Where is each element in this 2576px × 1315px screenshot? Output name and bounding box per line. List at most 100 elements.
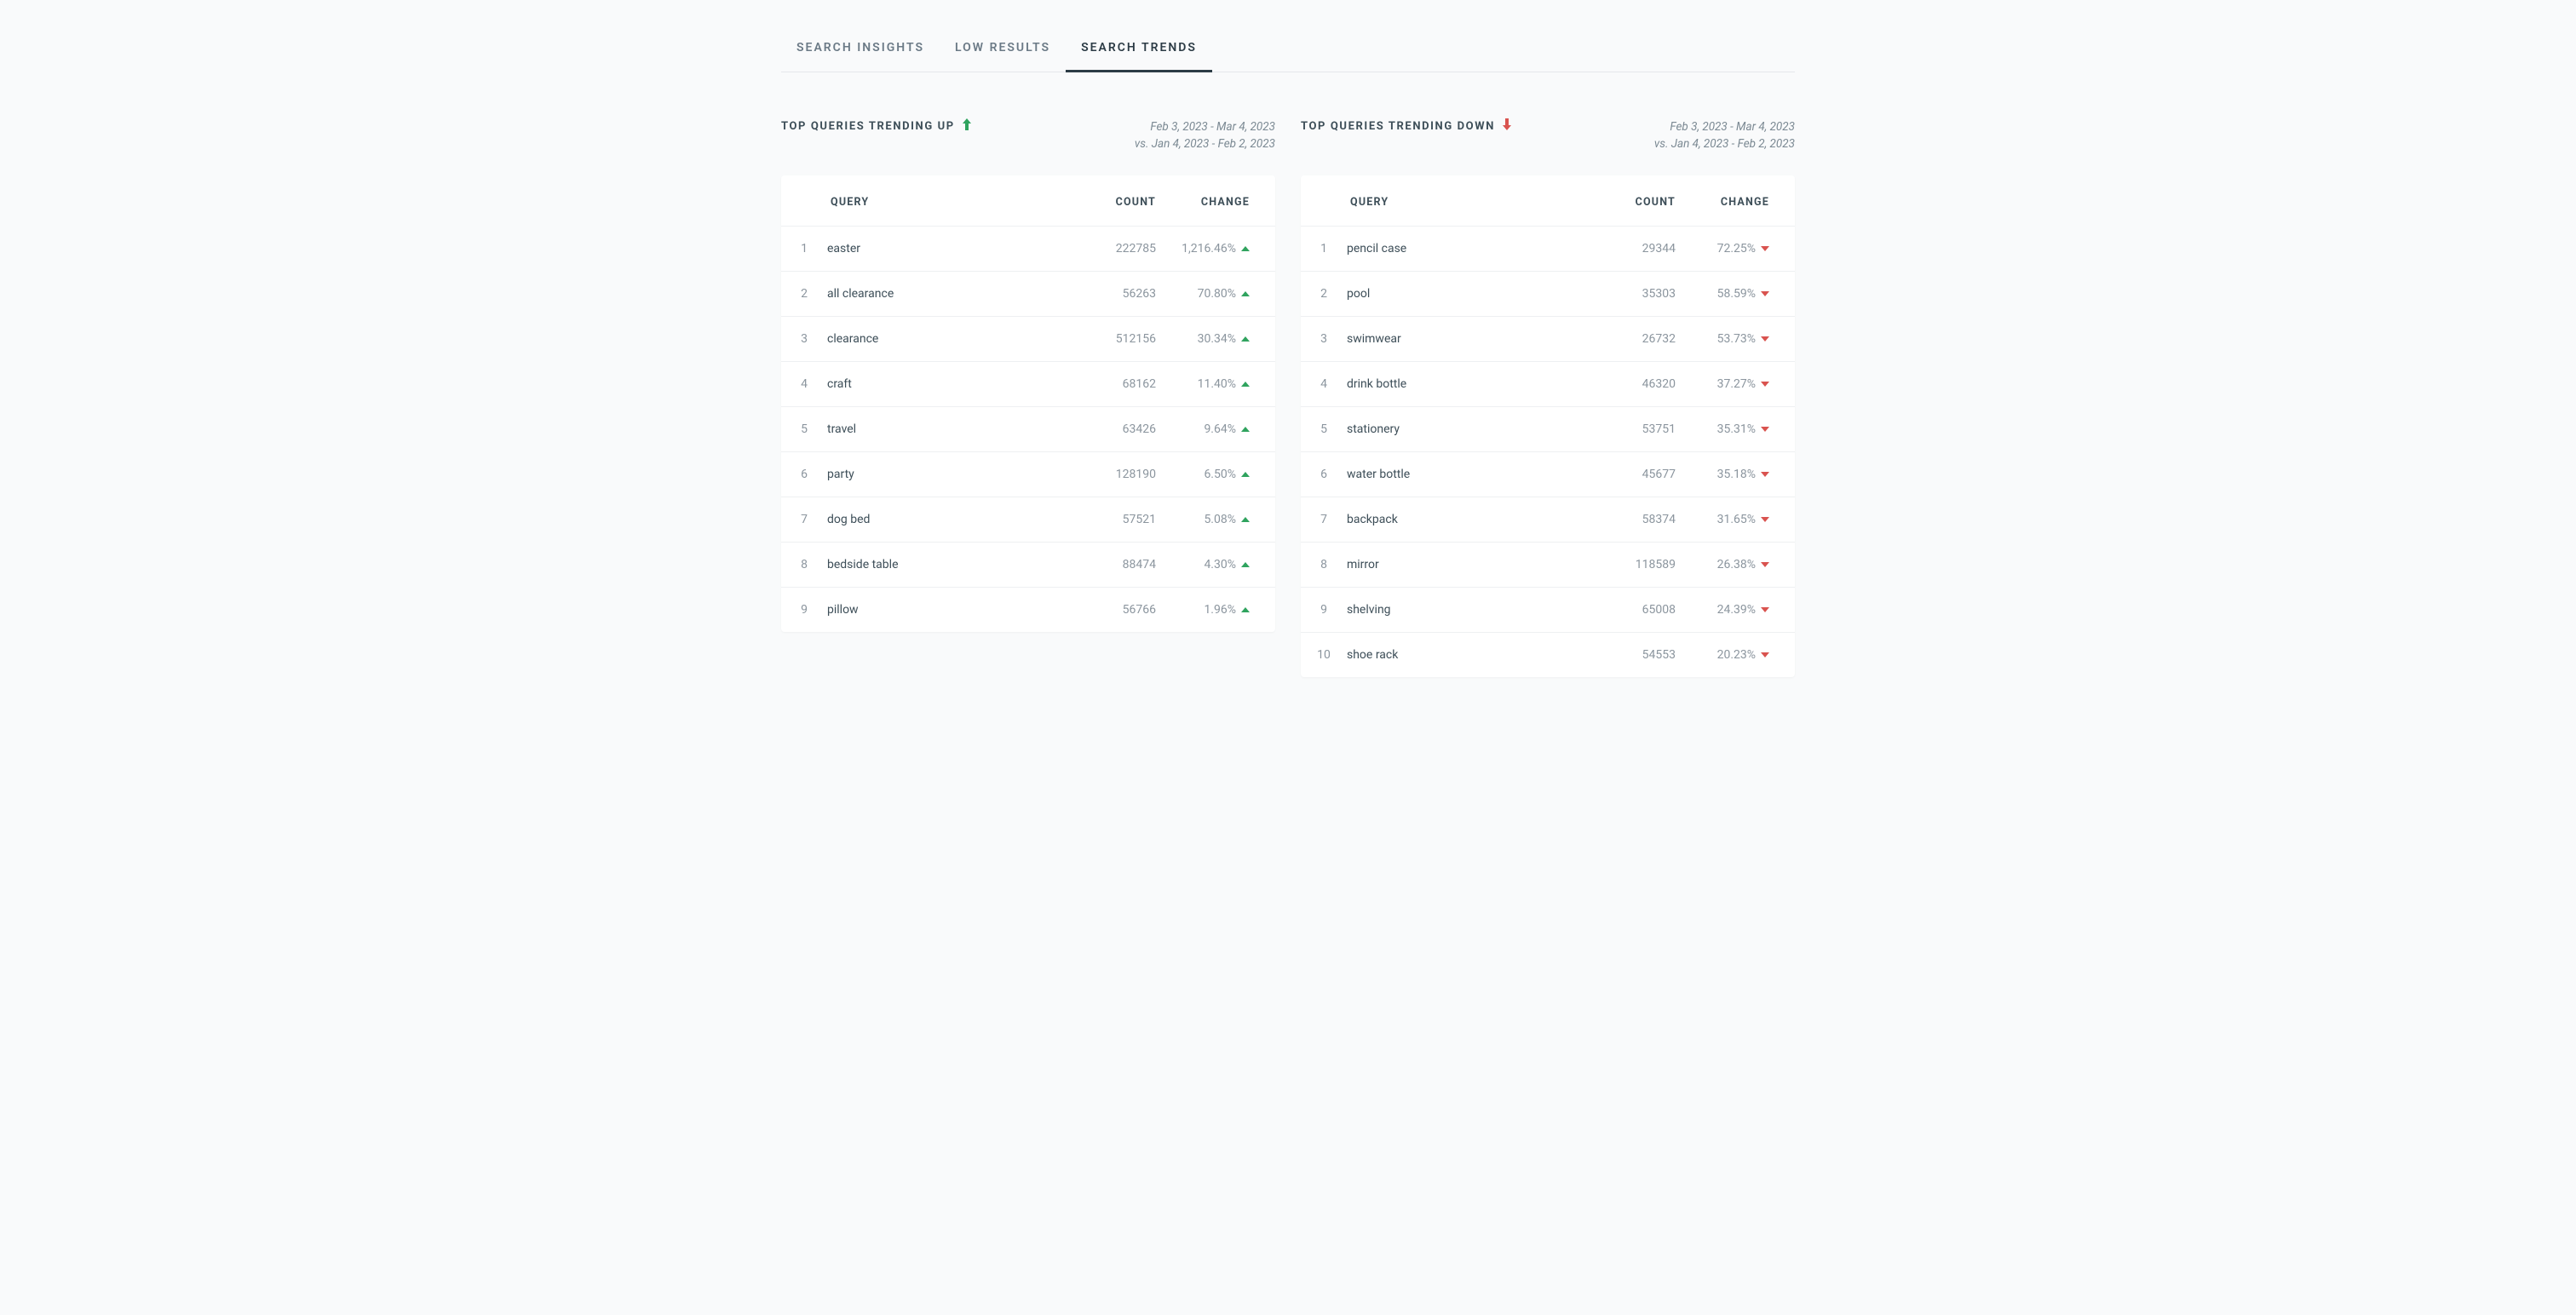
table-row[interactable]: 6water bottle4567735.18% — [1301, 451, 1795, 497]
row-query: pool — [1347, 271, 1590, 316]
row-query: easter — [827, 226, 1071, 271]
row-count: 46320 — [1590, 361, 1676, 406]
col-count: COUNT — [1590, 175, 1676, 227]
row-change: 72.25% — [1676, 226, 1795, 271]
row-index: 4 — [1301, 361, 1347, 406]
caret-down-icon — [1761, 517, 1769, 522]
row-index: 7 — [781, 497, 827, 542]
table-row[interactable]: 7dog bed575215.08% — [781, 497, 1275, 542]
trending-down-title-text: TOP QUERIES TRENDING DOWN — [1301, 120, 1495, 133]
table-row[interactable]: 2pool3530358.59% — [1301, 271, 1795, 316]
row-change: 11.40% — [1156, 361, 1275, 406]
row-count: 35303 — [1590, 271, 1676, 316]
caret-up-icon — [1241, 382, 1250, 387]
row-count: 54553 — [1590, 632, 1676, 677]
table-row[interactable]: 7backpack5837431.65% — [1301, 497, 1795, 542]
row-count: 45677 — [1590, 451, 1676, 497]
row-count: 26732 — [1590, 316, 1676, 361]
date-range-line1: Feb 3, 2023 - Mar 4, 2023 — [1654, 118, 1795, 135]
table-row[interactable]: 2all clearance5626370.80% — [781, 271, 1275, 316]
table-row[interactable]: 8mirror11858926.38% — [1301, 542, 1795, 587]
row-query: clearance — [827, 316, 1071, 361]
table-row[interactable]: 1pencil case2934472.25% — [1301, 226, 1795, 271]
tab-low-results[interactable]: LOW RESULTS — [940, 41, 1066, 72]
row-index: 9 — [1301, 587, 1347, 632]
row-count: 57521 — [1071, 497, 1156, 542]
trending-up-card: QUERY COUNT CHANGE 1easter2227851,216.46… — [781, 175, 1275, 632]
row-query: travel — [827, 406, 1071, 451]
row-index: 5 — [1301, 406, 1347, 451]
row-count: 128190 — [1071, 451, 1156, 497]
row-query: all clearance — [827, 271, 1071, 316]
row-change: 35.18% — [1676, 451, 1795, 497]
col-query: QUERY — [827, 175, 1071, 227]
table-row[interactable]: 3swimwear2673253.73% — [1301, 316, 1795, 361]
row-change: 20.23% — [1676, 632, 1795, 677]
table-row[interactable]: 5stationery5375135.31% — [1301, 406, 1795, 451]
date-range-line2: vs. Jan 4, 2023 - Feb 2, 2023 — [1135, 135, 1275, 152]
row-index: 5 — [781, 406, 827, 451]
row-change: 6.50% — [1156, 451, 1275, 497]
table-row[interactable]: 5travel634269.64% — [781, 406, 1275, 451]
row-index: 2 — [781, 271, 827, 316]
table-row[interactable]: 4craft6816211.40% — [781, 361, 1275, 406]
row-query: drink bottle — [1347, 361, 1590, 406]
row-change: 70.80% — [1156, 271, 1275, 316]
col-change: CHANGE — [1676, 175, 1795, 227]
row-query: pencil case — [1347, 226, 1590, 271]
caret-down-icon — [1761, 472, 1769, 477]
caret-down-icon — [1761, 291, 1769, 296]
table-row[interactable]: 3clearance51215630.34% — [781, 316, 1275, 361]
tab-search-trends[interactable]: SEARCH TRENDS — [1066, 41, 1212, 72]
row-index: 2 — [1301, 271, 1347, 316]
table-row[interactable]: 10shoe rack5455320.23% — [1301, 632, 1795, 677]
table-row[interactable]: 6party1281906.50% — [781, 451, 1275, 497]
trending-up-title: TOP QUERIES TRENDING UP — [781, 118, 972, 134]
row-count: 58374 — [1590, 497, 1676, 542]
row-query: water bottle — [1347, 451, 1590, 497]
tab-search-insights[interactable]: SEARCH INSIGHTS — [781, 41, 940, 72]
row-count: 53751 — [1590, 406, 1676, 451]
caret-up-icon — [1241, 246, 1250, 251]
row-index: 7 — [1301, 497, 1347, 542]
row-query: swimwear — [1347, 316, 1590, 361]
tabs: SEARCH INSIGHTS LOW RESULTS SEARCH TREND… — [781, 41, 1795, 72]
row-index: 8 — [1301, 542, 1347, 587]
table-row[interactable]: 1easter2227851,216.46% — [781, 226, 1275, 271]
row-query: dog bed — [827, 497, 1071, 542]
caret-down-icon — [1761, 427, 1769, 432]
caret-down-icon — [1761, 246, 1769, 251]
row-query: shelving — [1347, 587, 1590, 632]
caret-down-icon — [1761, 652, 1769, 658]
row-query: pillow — [827, 587, 1071, 632]
row-index: 4 — [781, 361, 827, 406]
trending-up-title-text: TOP QUERIES TRENDING UP — [781, 120, 955, 133]
row-index: 10 — [1301, 632, 1347, 677]
row-index: 3 — [1301, 316, 1347, 361]
caret-up-icon — [1241, 472, 1250, 477]
caret-up-icon — [1241, 607, 1250, 612]
row-change: 30.34% — [1156, 316, 1275, 361]
table-row[interactable]: 8bedside table884744.30% — [781, 542, 1275, 587]
row-query: stationery — [1347, 406, 1590, 451]
caret-down-icon — [1761, 562, 1769, 567]
table-row[interactable]: 9pillow567661.96% — [781, 587, 1275, 632]
row-query: party — [827, 451, 1071, 497]
date-range: Feb 3, 2023 - Mar 4, 2023 vs. Jan 4, 202… — [1654, 118, 1795, 153]
row-count: 68162 — [1071, 361, 1156, 406]
row-change: 1,216.46% — [1156, 226, 1275, 271]
row-index: 3 — [781, 316, 827, 361]
row-count: 29344 — [1590, 226, 1676, 271]
table-row[interactable]: 4drink bottle4632037.27% — [1301, 361, 1795, 406]
caret-down-icon — [1761, 382, 1769, 387]
table-row[interactable]: 9shelving6500824.39% — [1301, 587, 1795, 632]
col-count: COUNT — [1071, 175, 1156, 227]
trending-down-panel: TOP QUERIES TRENDING DOWN Feb 3, 2023 - … — [1301, 118, 1795, 677]
trending-up-panel: TOP QUERIES TRENDING UP Feb 3, 2023 - Ma… — [781, 118, 1275, 677]
row-query: backpack — [1347, 497, 1590, 542]
row-index: 9 — [781, 587, 827, 632]
row-query: bedside table — [827, 542, 1071, 587]
row-count: 56263 — [1071, 271, 1156, 316]
trending-down-title: TOP QUERIES TRENDING DOWN — [1301, 118, 1512, 134]
date-range-line2: vs. Jan 4, 2023 - Feb 2, 2023 — [1654, 135, 1795, 152]
